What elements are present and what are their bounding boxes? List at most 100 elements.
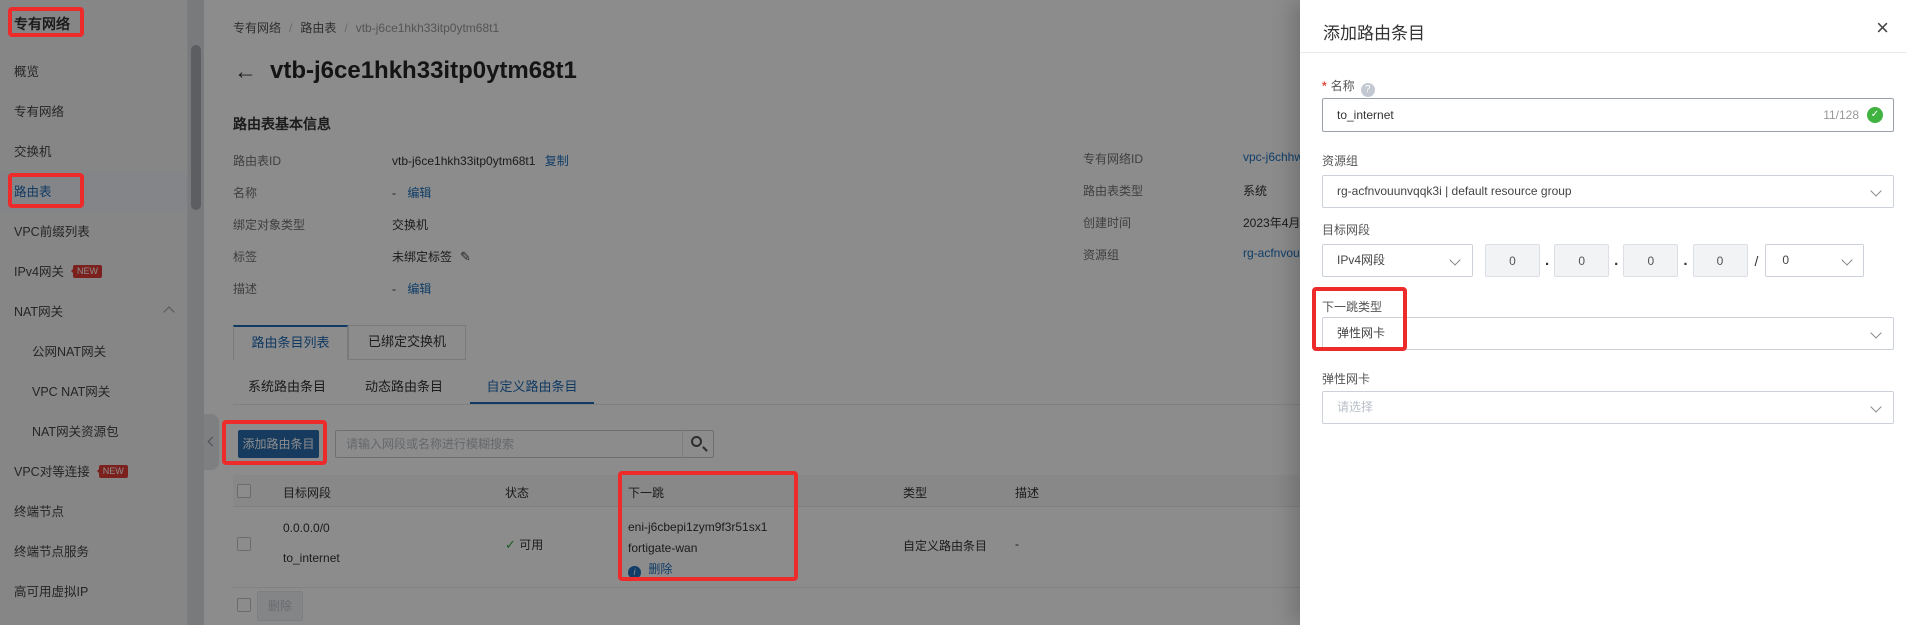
drawer-title: 添加路由条目: [1323, 19, 1425, 44]
info-icon[interactable]: i: [628, 566, 641, 579]
sidebar-item-endpoint[interactable]: 终端节点: [0, 492, 187, 532]
prefix-length-select[interactable]: 0: [1765, 244, 1864, 277]
edit-name-link[interactable]: 编辑: [407, 186, 431, 200]
basic-info-heading: 路由表基本信息: [233, 114, 331, 134]
search-input[interactable]: [336, 431, 681, 457]
new-badge: NEW: [73, 265, 102, 278]
resource-group-label: 资源组: [1083, 246, 1119, 263]
description-label: 描述: [233, 280, 257, 297]
row-dest-cidr: 0.0.0.0/0: [283, 521, 330, 535]
sidebar-item-ha-vip[interactable]: 高可用虚拟IP: [0, 572, 187, 612]
sidebar-item-vpc-prefix-list[interactable]: VPC前缀列表: [0, 212, 187, 252]
octet-3-input[interactable]: [1623, 244, 1678, 277]
octet-4-input[interactable]: [1693, 244, 1748, 277]
tab-route-entry-list[interactable]: 路由条目列表: [233, 325, 348, 360]
resource-group-select[interactable]: rg-acfnvouunvqqk3i | default resource gr…: [1322, 175, 1894, 208]
edit-tags-pencil-icon[interactable]: ✎: [460, 249, 471, 264]
char-counter: 11/128: [1823, 108, 1859, 122]
breadcrumb-item-current: vtb-j6ce1hkh33itp0ytm68t1: [356, 21, 499, 35]
back-arrow-icon[interactable]: ←: [234, 58, 257, 85]
sidebar-title: 专有网络: [0, 0, 187, 52]
sidebar-item-label: NAT网关: [14, 305, 63, 319]
status-text: 可用: [519, 538, 543, 552]
resource-group-field-label: 资源组: [1322, 152, 1358, 169]
sidebar-item-route-table[interactable]: 路由表: [0, 172, 187, 212]
sidebar-item-public-nat-gateway[interactable]: 公网NAT网关: [0, 332, 187, 372]
sidebar-item-label: IPv4网关: [14, 265, 64, 279]
sidebar-item-vpc-nat-gateway[interactable]: VPC NAT网关: [0, 372, 187, 412]
eni-select-placeholder: 请选择: [1337, 392, 1373, 423]
help-question-icon[interactable]: ?: [1361, 83, 1375, 97]
sidebar-item-ipv4-gateway[interactable]: IPv4网关 NEW: [0, 252, 187, 292]
search-box: [335, 430, 714, 458]
next-hop-type-field-label: 下一跳类型: [1322, 298, 1382, 315]
chevron-down-icon: [1449, 254, 1460, 265]
breadcrumb-separator: /: [289, 21, 292, 35]
sidebar-item-nat-gateway[interactable]: NAT网关: [0, 292, 187, 332]
row-actions: i 删除: [628, 560, 672, 579]
dest-cidr-row: IPv4网段 . . . / 0: [1322, 244, 1894, 277]
header-type: 类型: [903, 484, 927, 501]
octet-dot: .: [1683, 252, 1687, 269]
copy-link[interactable]: 复制: [545, 154, 569, 168]
octet-1-input[interactable]: [1485, 244, 1540, 277]
eni-select[interactable]: 请选择: [1322, 391, 1894, 424]
sidebar-item-vpc[interactable]: 专有网络: [0, 92, 187, 132]
chevron-down-icon: [1870, 401, 1881, 412]
select-all-checkbox[interactable]: [237, 484, 251, 498]
resource-group-value[interactable]: rg-acfnvou: [1243, 246, 1300, 260]
breadcrumb-item-vpc[interactable]: 专有网络: [233, 21, 281, 35]
next-hop-type-select[interactable]: 弹性网卡: [1322, 317, 1894, 350]
edit-description-link[interactable]: 编辑: [407, 282, 431, 296]
chevron-down-icon: [1870, 327, 1881, 338]
drawer-divider: [1300, 52, 1906, 53]
subtab-system-route-entry[interactable]: 系统路由条目: [248, 372, 326, 404]
ip-version-select[interactable]: IPv4网段: [1322, 244, 1473, 277]
sidebar-item-vswitch[interactable]: 交换机: [0, 132, 187, 172]
search-button[interactable]: [682, 431, 713, 457]
name-field-label-text: 名称: [1331, 79, 1355, 93]
close-icon[interactable]: ×: [1876, 17, 1889, 39]
scrollbar-thumb[interactable]: [191, 45, 201, 210]
sidebar-scrollbar[interactable]: [188, 0, 204, 625]
description-value: - 编辑: [392, 280, 431, 297]
vpc-id-value[interactable]: vpc-j6chhw: [1243, 150, 1303, 164]
chevron-down-icon: [1842, 254, 1853, 265]
next-hop-type-value: 弹性网卡: [1337, 318, 1385, 349]
tab-bound-vswitch[interactable]: 已绑定交换机: [348, 325, 466, 360]
tags-label: 标签: [233, 248, 257, 265]
table-type-value: 系统: [1243, 182, 1267, 199]
row-checkbox[interactable]: [237, 537, 251, 551]
add-route-entry-drawer: 添加路由条目 × *名称? 11/128 ✓ 资源组 rg-acfnvouunv…: [1300, 0, 1906, 625]
route-name-input[interactable]: [1323, 99, 1783, 131]
octet-2-input[interactable]: [1554, 244, 1609, 277]
description-text: -: [392, 282, 396, 296]
breadcrumb-item-route-table[interactable]: 路由表: [300, 21, 336, 35]
sidebar-item-overview[interactable]: 概览: [0, 52, 187, 92]
tags-value: 未绑定标签✎: [392, 248, 471, 265]
breadcrumb-separator: /: [344, 21, 347, 35]
subtab-divider: [233, 404, 1300, 405]
batch-delete-button-disabled: 删除: [257, 591, 303, 621]
subtab-custom-route-entry[interactable]: 自定义路由条目: [470, 372, 594, 404]
footer-checkbox[interactable]: [237, 598, 251, 612]
chevron-down-icon: [1870, 185, 1881, 196]
add-route-entry-button[interactable]: 添加路由条目: [238, 430, 319, 458]
name-field-label: *名称?: [1322, 77, 1375, 97]
row-type: 自定义路由条目: [903, 537, 987, 554]
row-divider: [233, 587, 1300, 588]
subtab-dynamic-route-entry[interactable]: 动态路由条目: [365, 372, 443, 404]
sidebar-item-endpoint-service[interactable]: 终端节点服务: [0, 532, 187, 572]
search-icon: [691, 436, 702, 447]
sidebar-item-nat-gateway-plan[interactable]: NAT网关资源包: [0, 412, 187, 452]
page-title: vtb-j6ce1hkh33itp0ytm68t1: [270, 57, 577, 85]
delete-route-link[interactable]: 删除: [648, 562, 672, 576]
ip-version-value: IPv4网段: [1337, 245, 1385, 276]
sidebar-collapse-handle[interactable]: [204, 414, 219, 470]
sidebar: 专有网络 概览 专有网络 交换机 路由表 VPC前缀列表 IPv4网关 NEW N…: [0, 0, 188, 625]
bind-type-value: 交换机: [392, 216, 428, 233]
row-next-hop-id[interactable]: eni-j6cbepi1zym9f3r51sx1: [628, 520, 767, 534]
sidebar-item-vpc-peering[interactable]: VPC对等连接NEW: [0, 452, 187, 492]
chevron-up-icon: [163, 306, 174, 317]
octet-dot: .: [1545, 252, 1549, 269]
